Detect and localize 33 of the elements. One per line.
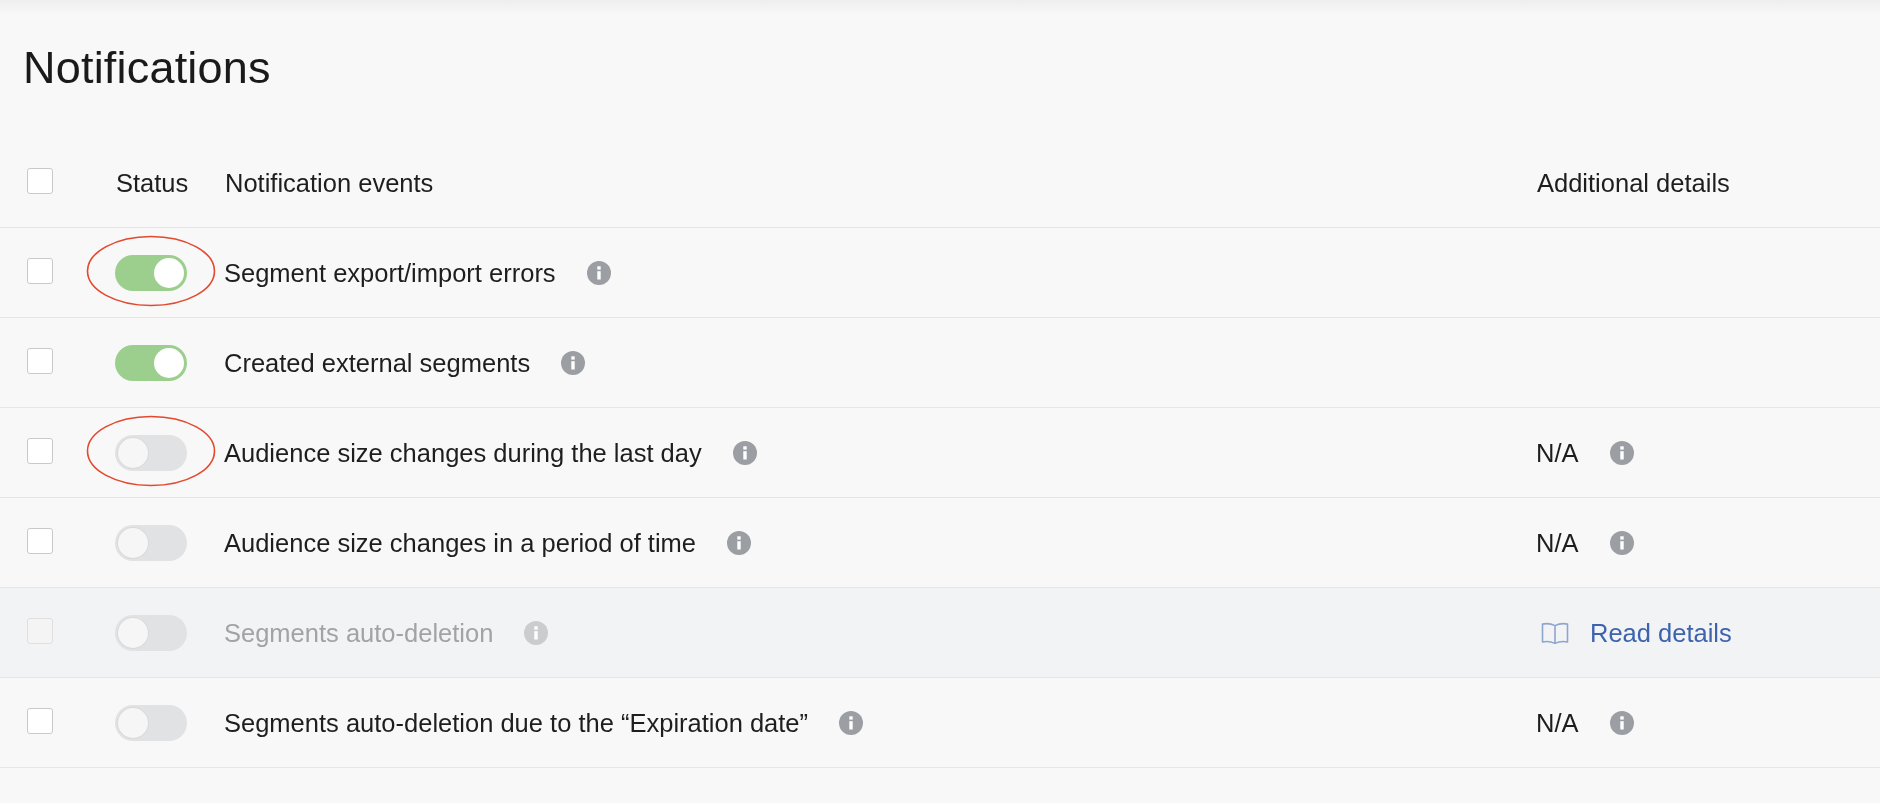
- toggle-switch[interactable]: [115, 704, 187, 741]
- event-name: Segment export/import errors: [224, 257, 556, 288]
- column-header: Status: [115, 167, 190, 198]
- details-text: N/A: [1536, 437, 1579, 468]
- checkbox[interactable]: [27, 347, 53, 374]
- info-icon[interactable]: [1609, 440, 1634, 465]
- column-header: Additional details: [1536, 167, 1731, 198]
- column-header: Notification events: [224, 167, 435, 198]
- checkbox[interactable]: [27, 257, 53, 284]
- toggle-switch[interactable]: [115, 434, 187, 471]
- page-title: Notifications: [22, 45, 272, 90]
- checkbox[interactable]: [27, 167, 53, 194]
- info-icon[interactable]: [561, 350, 586, 375]
- checkbox[interactable]: [27, 527, 53, 554]
- event-name: Audience size changes during the last day: [224, 437, 702, 468]
- toggle-switch[interactable]: [115, 344, 187, 381]
- toggle-switch[interactable]: [115, 254, 187, 291]
- info-icon[interactable]: [727, 530, 752, 555]
- details-text: N/A: [1536, 707, 1579, 738]
- event-name: Segments auto-deletion: [224, 617, 494, 648]
- info-icon[interactable]: [1609, 530, 1634, 555]
- checkbox[interactable]: [27, 707, 53, 734]
- info-icon[interactable]: [732, 440, 757, 465]
- event-name: Created external segments: [224, 347, 531, 378]
- info-icon[interactable]: [1609, 710, 1634, 735]
- details-text: N/A: [1536, 527, 1579, 558]
- checkbox[interactable]: [27, 437, 53, 464]
- event-name: Segments auto-deletion due to the “Expiration date”: [224, 707, 809, 738]
- info-icon[interactable]: [586, 260, 611, 285]
- toggle-switch[interactable]: [115, 524, 187, 561]
- event-name: Audience size changes in a period of time: [224, 527, 697, 558]
- book-icon: [1541, 620, 1569, 645]
- info-icon[interactable]: [839, 710, 864, 735]
